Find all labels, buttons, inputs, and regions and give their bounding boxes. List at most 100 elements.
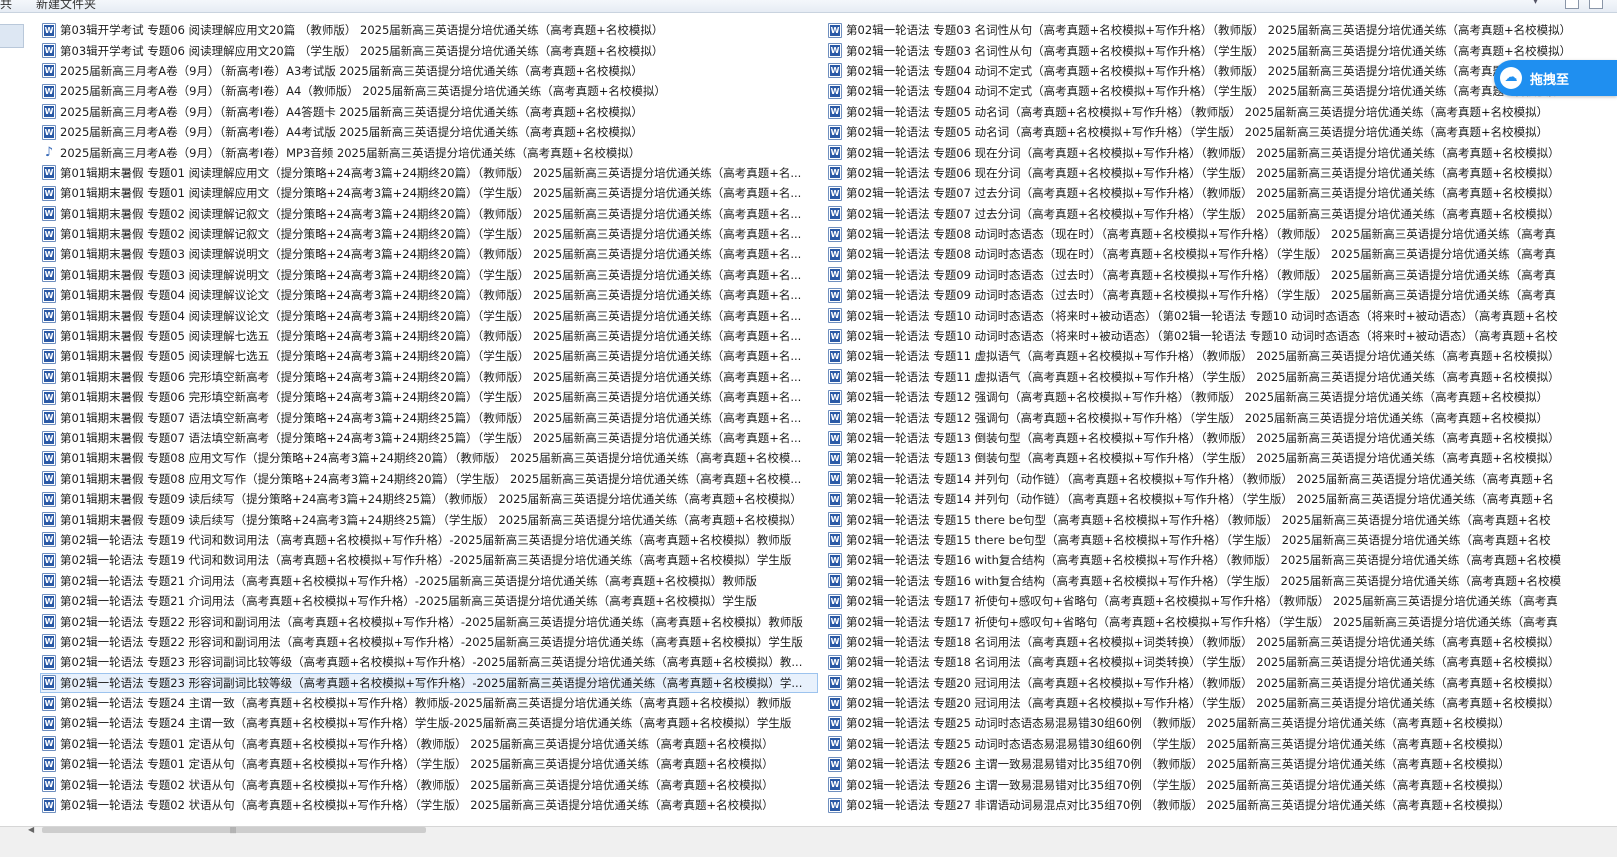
file-item[interactable]: 第02辑一轮语法 专题16 with复合结构（高考真题+名校模拟+写作升格）（教… — [826, 550, 1617, 570]
file-item[interactable]: 第02辑一轮语法 专题17 祈使句+感叹句+省略句（高考真题+名校模拟+写作升格… — [826, 591, 1617, 611]
file-item[interactable]: 第01辑期末暑假 专题09 读后续写（提分策略+24高考3篇+24期终25篇）（… — [40, 509, 818, 529]
file-item[interactable]: 第01辑期末暑假 专题05 阅读理解七选五（提分策略+24高考3篇+24期终20… — [40, 346, 818, 366]
word-document-icon — [42, 43, 56, 59]
file-item[interactable]: 第02辑一轮语法 专题10 动词时态语态（将来时+被动语态）（第02辑一轮语法 … — [826, 305, 1617, 325]
file-item[interactable]: 第02辑一轮语法 专题26 主谓一致易混易错对比35组70例 （教师版） 202… — [826, 754, 1617, 774]
file-item[interactable]: 第02辑一轮语法 专题14 并列句（动作链）（高考真题+名校模拟+写作升格）（教… — [826, 469, 1617, 489]
file-item[interactable]: 2025届新高三月考A卷（9月）（新高考I卷）A4（教师版） 2025届新高三英… — [40, 81, 818, 101]
file-item[interactable]: 第02辑一轮语法 专题09 动词时态语态（过去时）（高考真题+名校模拟+写作升格… — [826, 285, 1617, 305]
file-item[interactable]: 第02辑一轮语法 专题07 过去分词（高考真题+名校模拟+写作升格）（学生版） … — [826, 204, 1617, 224]
file-name: 第02辑一轮语法 专题18 名词用法（高考真题+名校模拟+词类转换）（学生版） … — [846, 655, 1560, 670]
file-item[interactable]: 第01辑期末暑假 专题03 阅读理解说明文（提分策略+24高考3篇+24期终20… — [40, 265, 818, 285]
word-document-icon — [828, 552, 842, 568]
file-item[interactable]: 第02辑一轮语法 专题24 主谓一致（高考真题+名校模拟+写作升格）教师版-20… — [40, 693, 818, 713]
file-item[interactable]: 第01辑期末暑假 专题09 读后续写（提分策略+24高考3篇+24期终25篇）（… — [40, 489, 818, 509]
file-item[interactable]: 第02辑一轮语法 专题01 定语从句（高考真题+名校模拟+写作升格）（学生版） … — [40, 754, 818, 774]
file-item[interactable]: 第02辑一轮语法 专题25 动词时态语态易混易错30组60例 （学生版） 202… — [826, 734, 1617, 754]
file-item[interactable]: 第02辑一轮语法 专题12 强调句（高考真题+名校模拟+写作升格）（教师版） 2… — [826, 387, 1617, 407]
file-item[interactable]: 第01辑期末暑假 专题06 完形填空新高考（提分策略+24高考3篇+24期终20… — [40, 367, 818, 387]
file-item[interactable]: 第02辑一轮语法 专题11 虚拟语气（高考真题+名校模拟+写作升格）（学生版） … — [826, 367, 1617, 387]
file-item[interactable]: 第01辑期末暑假 专题06 完形填空新高考（提分策略+24高考3篇+24期终20… — [40, 387, 818, 407]
file-item[interactable]: 第01辑期末暑假 专题08 应用文写作（提分策略+24高考3篇+24期终20篇）… — [40, 469, 818, 489]
help-icon[interactable] — [1589, 0, 1603, 9]
file-item[interactable]: 第02辑一轮语法 专题10 动词时态语态（将来时+被动语态）（第02辑一轮语法 … — [826, 326, 1617, 346]
file-name: 2025届新高三月考A卷（9月）（新高考I卷）A4（教师版） 2025届新高三英… — [60, 84, 666, 99]
file-item[interactable]: 第02辑一轮语法 专题15 there be句型（高考真题+名校模拟+写作升格）… — [826, 509, 1617, 529]
file-item[interactable]: 第02辑一轮语法 专题15 there be句型（高考真题+名校模拟+写作升格）… — [826, 530, 1617, 550]
file-item[interactable]: 第03辑开学考试 专题06 阅读理解应用文20篇 （学生版） 2025届新高三英… — [40, 40, 818, 60]
file-item[interactable]: 第02辑一轮语法 专题11 虚拟语气（高考真题+名校模拟+写作升格）（教师版） … — [826, 346, 1617, 366]
file-name: 第01辑期末暑假 专题04 阅读理解议论文（提分策略+24高考3篇+24期终20… — [60, 308, 802, 323]
file-name: 第02辑一轮语法 专题23 形容词副词比较等级（高考真题+名校模拟+写作升格）-… — [60, 655, 803, 670]
word-document-icon — [42, 206, 56, 222]
file-item[interactable]: 第02辑一轮语法 专题02 状语从句（高考真题+名校模拟+写作升格）（学生版） … — [40, 795, 818, 815]
word-document-icon — [42, 797, 56, 813]
file-item[interactable]: 第02辑一轮语法 专题05 动名词（高考真题+名校模拟+写作升格）（教师版） 2… — [826, 102, 1617, 122]
file-item[interactable]: 第02辑一轮语法 专题16 with复合结构（高考真题+名校模拟+写作升格）（学… — [826, 571, 1617, 591]
preview-pane-icon[interactable] — [1565, 0, 1579, 9]
word-document-icon — [828, 512, 842, 528]
file-item[interactable]: 第02辑一轮语法 专题06 现在分词（高考真题+名校模拟+写作升格）（教师版） … — [826, 142, 1617, 162]
file-item[interactable]: 第02辑一轮语法 专题06 现在分词（高考真题+名校模拟+写作升格）（学生版） … — [826, 163, 1617, 183]
file-item[interactable]: 第02辑一轮语法 专题24 主谓一致（高考真题+名校模拟+写作升格）学生版-20… — [40, 713, 818, 733]
file-item[interactable]: 第02辑一轮语法 专题21 介词用法（高考真题+名校模拟+写作升格）-2025届… — [40, 571, 818, 591]
file-item[interactable]: 第02辑一轮语法 专题19 代词和数词用法（高考真题+名校模拟+写作升格）-20… — [40, 530, 818, 550]
file-name: 第01辑期末暑假 专题06 完形填空新高考（提分策略+24高考3篇+24期终20… — [60, 390, 802, 405]
word-document-icon — [828, 756, 842, 772]
file-item[interactable]: 2025届新高三月考A卷（9月）（新高考I卷）A3考试版 2025届新高三英语提… — [40, 61, 818, 81]
word-document-icon — [42, 430, 56, 446]
horizontal-scrollbar[interactable]: ◀ ||| — [0, 826, 1617, 857]
file-item[interactable]: 2025届新高三月考A卷（9月）（新高考I卷）A4考试版 2025届新高三英语提… — [40, 122, 818, 142]
file-item[interactable]: 第02辑一轮语法 专题23 形容词副词比较等级（高考真题+名校模拟+写作升格）-… — [40, 672, 818, 693]
file-item[interactable]: 第02辑一轮语法 专题08 动词时态语态（现在时）（高考真题+名校模拟+写作升格… — [826, 224, 1617, 244]
file-item[interactable]: 第02辑一轮语法 专题18 名词用法（高考真题+名校模拟+词类转换）（学生版） … — [826, 652, 1617, 672]
file-name: 2025届新高三月考A卷（9月）（新高考I卷）A4答题卡 2025届新高三英语提… — [60, 104, 643, 119]
file-item[interactable]: 第01辑期末暑假 专题04 阅读理解议论文（提分策略+24高考3篇+24期终20… — [40, 305, 818, 325]
file-item[interactable]: 2025届新高三月考A卷（9月）（新高考I卷）A4答题卡 2025届新高三英语提… — [40, 102, 818, 122]
file-item[interactable]: 第02辑一轮语法 专题13 倒装句型（高考真题+名校模拟+写作升格）（教师版） … — [826, 428, 1617, 448]
file-item[interactable]: 第02辑一轮语法 专题20 冠词用法（高考真题+名校模拟+写作升格）（教师版） … — [826, 673, 1617, 693]
file-item[interactable]: 第02辑一轮语法 专题17 祈使句+感叹句+省略句（高考真题+名校模拟+写作升格… — [826, 611, 1617, 631]
file-item[interactable]: 第02辑一轮语法 专题18 名词用法（高考真题+名校模拟+词类转换）（教师版） … — [826, 632, 1617, 652]
file-item[interactable]: 第01辑期末暑假 专题02 阅读理解记叙文（提分策略+24高考3篇+24期终20… — [40, 224, 818, 244]
file-item[interactable]: 第01辑期末暑假 专题05 阅读理解七选五（提分策略+24高考3篇+24期终20… — [40, 326, 818, 346]
file-item[interactable]: 第01辑期末暑假 专题01 阅读理解应用文（提分策略+24高考3篇+24期终20… — [40, 163, 818, 183]
file-item[interactable]: 第03辑开学考试 专题06 阅读理解应用文20篇 （教师版） 2025届新高三英… — [40, 20, 818, 40]
file-item[interactable]: 第02辑一轮语法 专题23 形容词副词比较等级（高考真题+名校模拟+写作升格）-… — [40, 652, 818, 672]
file-item[interactable]: 第02辑一轮语法 专题22 形容词和副词用法（高考真题+名校模拟+写作升格）-2… — [40, 611, 818, 631]
file-name: 第02辑一轮语法 专题10 动词时态语态（将来时+被动语态）（第02辑一轮语法 … — [846, 329, 1558, 344]
scroll-left-icon[interactable]: ◀ — [28, 826, 40, 834]
word-document-icon — [828, 573, 842, 589]
file-item[interactable]: 第01辑期末暑假 专题07 语法填空新高考（提分策略+24高考3篇+24期终25… — [40, 407, 818, 427]
file-item[interactable]: 第02辑一轮语法 专题08 动词时态语态（现在时）（高考真题+名校模拟+写作升格… — [826, 244, 1617, 264]
file-item[interactable]: 第02辑一轮语法 专题03 名词性从句（高考真题+名校模拟+写作升格）（学生版）… — [826, 40, 1617, 60]
file-item[interactable]: 第02辑一轮语法 专题21 介词用法（高考真题+名校模拟+写作升格）-2025届… — [40, 591, 818, 611]
file-item[interactable]: 第02辑一轮语法 专题07 过去分词（高考真题+名校模拟+写作升格）（教师版） … — [826, 183, 1617, 203]
word-document-icon — [828, 287, 842, 303]
file-item[interactable]: 第02辑一轮语法 专题20 冠词用法（高考真题+名校模拟+写作升格）（学生版） … — [826, 693, 1617, 713]
file-item[interactable]: ♪ 2025届新高三月考A卷（9月）（新高考I卷）MP3音频 2025届新高三英语… — [40, 142, 818, 162]
file-item[interactable]: 第01辑期末暑假 专题02 阅读理解记叙文（提分策略+24高考3篇+24期终20… — [40, 204, 818, 224]
file-item[interactable]: 第01辑期末暑假 专题07 语法填空新高考（提分策略+24高考3篇+24期终25… — [40, 428, 818, 448]
file-item[interactable]: 第02辑一轮语法 专题22 形容词和副词用法（高考真题+名校模拟+写作升格）-2… — [40, 632, 818, 652]
file-item[interactable]: 第02辑一轮语法 专题13 倒装句型（高考真题+名校模拟+写作升格）（学生版） … — [826, 448, 1617, 468]
file-item[interactable]: 第02辑一轮语法 专题03 名词性从句（高考真题+名校模拟+写作升格）（教师版）… — [826, 20, 1617, 40]
file-item[interactable]: 第02辑一轮语法 专题09 动词时态语态（过去时）（高考真题+名校模拟+写作升格… — [826, 265, 1617, 285]
drag-drop-upload-badge[interactable]: ☁ 拖拽至 — [1494, 60, 1617, 96]
file-item[interactable]: 第02辑一轮语法 专题01 定语从句（高考真题+名校模拟+写作升格）（教师版） … — [40, 734, 818, 754]
file-item[interactable]: 第01辑期末暑假 专题08 应用文写作（提分策略+24高考3篇+24期终20篇）… — [40, 448, 818, 468]
file-item[interactable]: 第02辑一轮语法 专题19 代词和数词用法（高考真题+名校模拟+写作升格）-20… — [40, 550, 818, 570]
file-item[interactable]: 第02辑一轮语法 专题25 动词时态语态易混易错30组60例 （教师版） 202… — [826, 713, 1617, 733]
file-item[interactable]: 第02辑一轮语法 专题27 非谓语动词易混点对比35组70例 （教师版） 202… — [826, 795, 1617, 815]
file-name: 第01辑期末暑假 专题06 完形填空新高考（提分策略+24高考3篇+24期终20… — [60, 369, 802, 384]
file-item[interactable]: 第01辑期末暑假 专题04 阅读理解议论文（提分策略+24高考3篇+24期终20… — [40, 285, 818, 305]
file-item[interactable]: 第02辑一轮语法 专题26 主谓一致易混易错对比35组70例 （学生版） 202… — [826, 774, 1617, 794]
file-item[interactable]: 第02辑一轮语法 专题02 状语从句（高考真题+名校模拟+写作升格）（教师版） … — [40, 774, 818, 794]
file-item[interactable]: 第02辑一轮语法 专题12 强调句（高考真题+名校模拟+写作升格）（学生版） 2… — [826, 407, 1617, 427]
navigation-pane-item[interactable] — [0, 24, 24, 48]
file-item[interactable]: 第01辑期末暑假 专题01 阅读理解应用文（提分策略+24高考3篇+24期终20… — [40, 183, 818, 203]
file-item[interactable]: 第01辑期末暑假 专题03 阅读理解说明文（提分策略+24高考3篇+24期终20… — [40, 244, 818, 264]
view-options-dropdown-icon[interactable]: ▾ — [1533, 0, 1555, 9]
file-item[interactable]: 第02辑一轮语法 专题14 并列句（动作链）（高考真题+名校模拟+写作升格）（学… — [826, 489, 1617, 509]
file-item[interactable]: 第02辑一轮语法 专题05 动名词（高考真题+名校模拟+写作升格）（学生版） 2… — [826, 122, 1617, 142]
